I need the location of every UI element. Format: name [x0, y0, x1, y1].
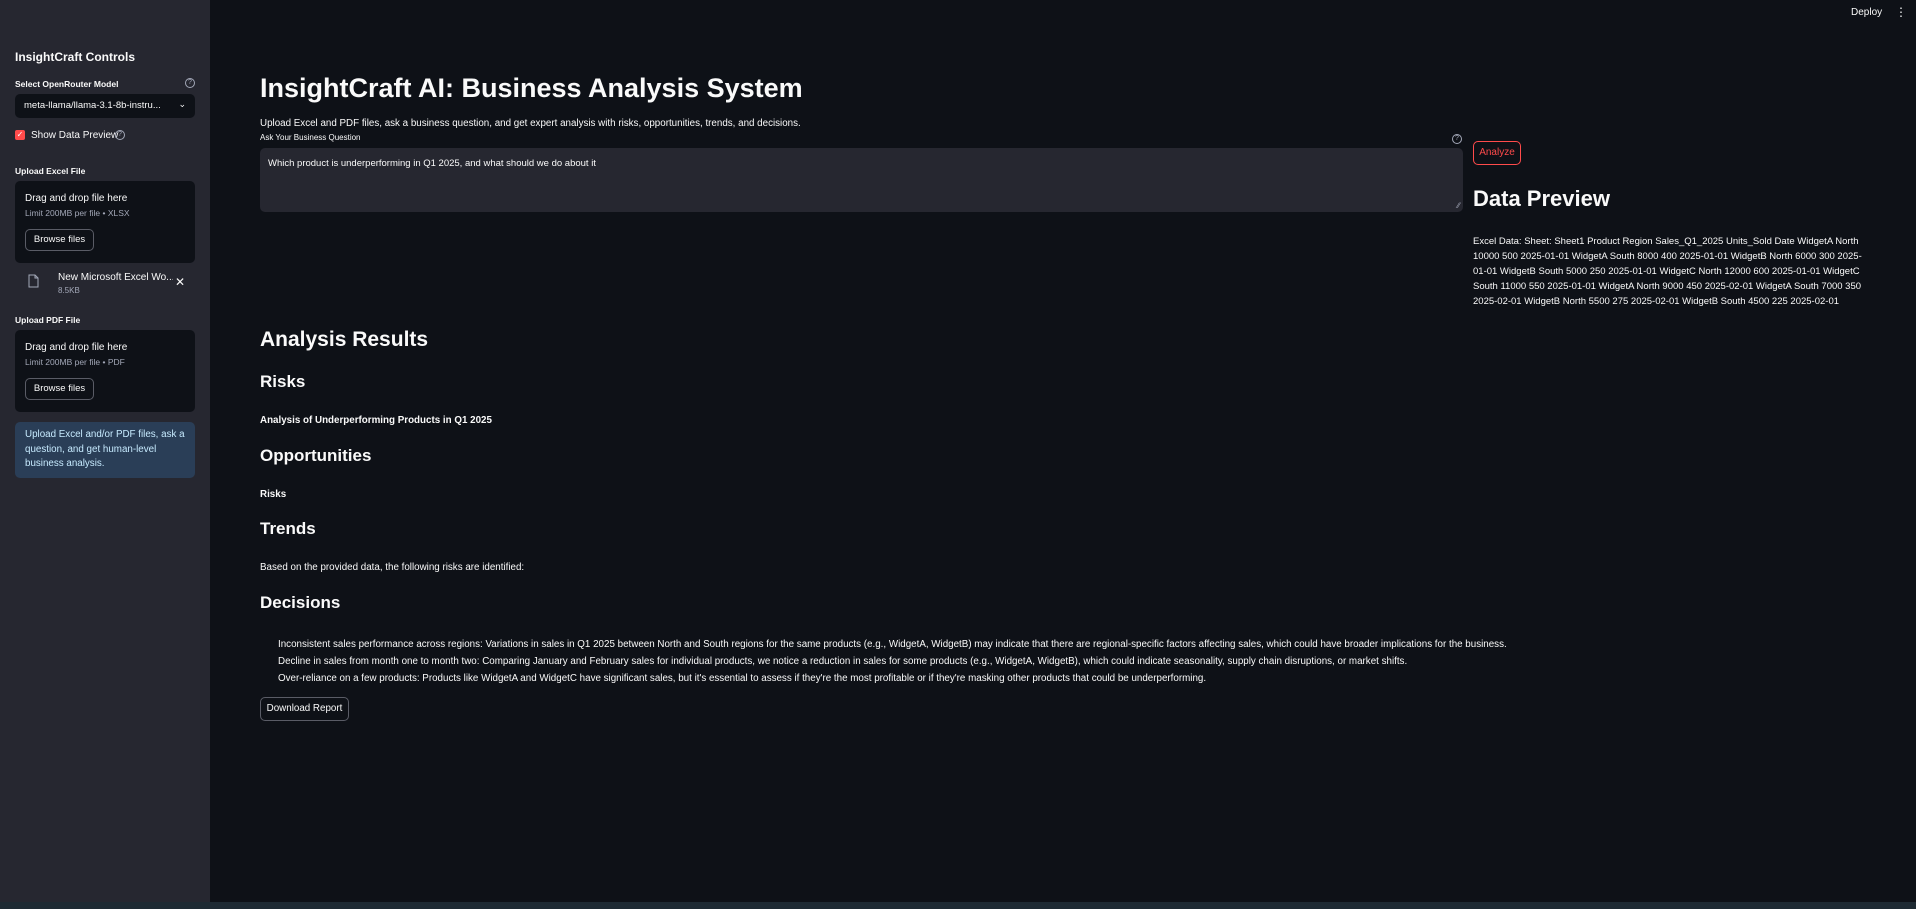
opportunities-heading: Opportunities	[260, 446, 372, 465]
excel-upload-label: Upload Excel File	[15, 166, 86, 176]
list-item: Decline in sales from month one to month…	[278, 656, 1408, 667]
help-icon[interactable]: ?	[1452, 134, 1462, 144]
list-item: Over-reliance on a few products: Product…	[278, 673, 1207, 684]
analyze-button[interactable]: Analyze	[1473, 141, 1521, 165]
model-select[interactable]: meta-llama/llama-3.1-8b-instru... ⌄	[15, 94, 195, 118]
file-icon	[28, 274, 39, 288]
data-preview-text: Excel Data: Sheet: Sheet1 Product Region…	[1473, 236, 1862, 307]
main-menu-icon[interactable]: ⋮	[1895, 5, 1907, 19]
page-title: InsightCraft AI: Business Analysis Syste…	[260, 73, 803, 103]
pdf-upload-label: Upload PDF File	[15, 315, 81, 325]
results-title: Analysis Results	[260, 328, 429, 351]
pdf-browse-button[interactable]: Browse files	[25, 378, 94, 400]
model-select-label: Select OpenRouter Model	[15, 79, 119, 89]
deploy-button[interactable]: Deploy	[1851, 7, 1882, 18]
trends-heading: Trends	[260, 519, 316, 538]
decisions-heading: Decisions	[260, 593, 341, 612]
dropzone-title: Drag and drop file here	[25, 193, 128, 204]
trends-text: Based on the provided data, the followin…	[260, 562, 525, 573]
data-preview-title: Data Preview	[1473, 186, 1610, 211]
info-message: Upload Excel and/or PDF files, ask a que…	[15, 422, 195, 478]
opportunities-text: Risks	[260, 489, 287, 500]
download-report-button[interactable]: Download Report	[260, 697, 349, 721]
question-label: Ask Your Business Question	[260, 133, 361, 142]
bottom-bar	[0, 902, 1916, 909]
risks-heading: Risks	[260, 372, 306, 391]
excel-browse-button[interactable]: Browse files	[25, 229, 94, 251]
uploaded-file-size: 8.5KB	[58, 286, 80, 295]
chevron-down-icon: ⌄	[178, 99, 186, 109]
sidebar-title: InsightCraft Controls	[15, 50, 135, 64]
show-preview-label[interactable]: Show Data Preview	[31, 130, 118, 141]
risks-text: Analysis of Underperforming Products in …	[260, 415, 492, 426]
question-input[interactable]: Which product is underperforming in Q1 2…	[260, 148, 1463, 212]
dropzone-limit: Limit 200MB per file • XLSX	[25, 208, 130, 218]
help-icon[interactable]: ?	[115, 130, 125, 140]
show-preview-checkbox[interactable]: ✓	[15, 130, 25, 140]
dropzone-title: Drag and drop file here	[25, 342, 128, 353]
model-select-value: meta-llama/llama-3.1-8b-instru...	[24, 100, 161, 111]
page-subtitle: Upload Excel and PDF files, ask a busine…	[260, 118, 801, 129]
excel-dropzone[interactable]: Drag and drop file here Limit 200MB per …	[15, 181, 195, 263]
uploaded-file: New Microsoft Excel Wo... 8.5KB ✕	[15, 270, 195, 300]
pdf-dropzone[interactable]: Drag and drop file here Limit 200MB per …	[15, 330, 195, 412]
help-icon[interactable]: ?	[185, 78, 195, 88]
uploaded-file-name: New Microsoft Excel Wo...	[58, 272, 173, 283]
sidebar: InsightCraft Controls Select OpenRouter …	[0, 0, 210, 909]
dropzone-limit: Limit 200MB per file • PDF	[25, 357, 125, 367]
question-input-value: Which product is underperforming in Q1 2…	[268, 158, 596, 169]
close-icon[interactable]: ✕	[175, 275, 185, 289]
decisions-list: Inconsistent sales performance across re…	[278, 636, 1507, 687]
list-item: Inconsistent sales performance across re…	[278, 639, 1507, 650]
resize-handle-icon[interactable]: ∕∕	[1457, 201, 1460, 210]
